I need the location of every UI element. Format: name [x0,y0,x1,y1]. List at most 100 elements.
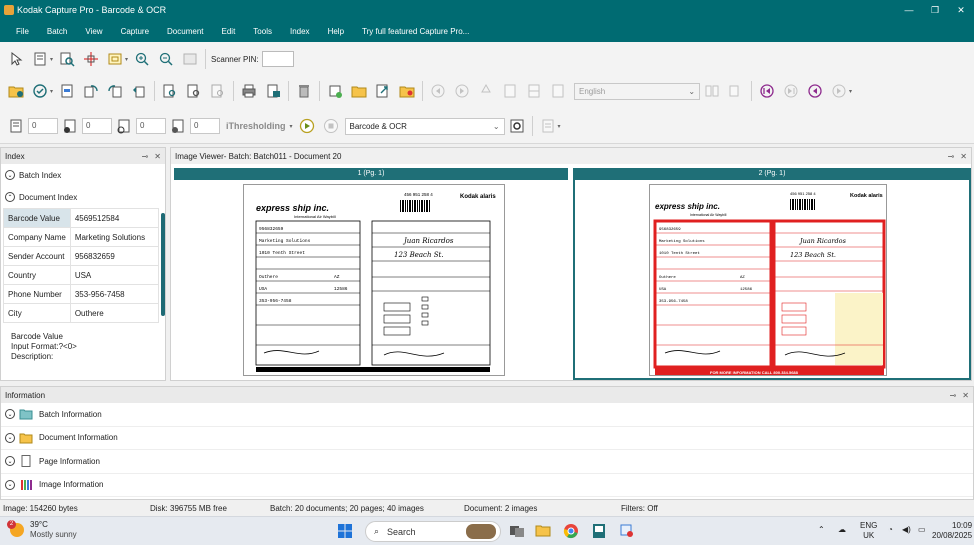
settings-icon[interactable] [507,116,527,136]
windows-start-icon[interactable] [336,522,354,540]
chevron-down-icon[interactable]: ⌄ [5,479,15,490]
close-icon[interactable]: ✕ [154,152,161,161]
ithresholding-label[interactable]: iThresholding [226,121,286,131]
field-value[interactable]: 353-956-7458 [69,284,160,304]
move-page-icon[interactable] [373,81,393,101]
image-1-bw[interactable]: express ship inc. International Air Wayb… [243,184,505,376]
crosshair-icon[interactable] [81,49,101,69]
rotate-right-icon[interactable] [81,81,101,101]
compare-icon[interactable] [702,81,722,101]
document-index-section[interactable]: ⌃ Document Index [1,186,165,208]
network-icon[interactable]: ☁ [838,525,846,535]
check-circle-icon[interactable] [30,81,50,101]
chevron-down-icon[interactable]: ⌄ [5,409,15,420]
split-page-icon[interactable] [500,81,520,101]
minimize-button[interactable]: — [896,0,922,20]
pin-icon[interactable]: ⊸ [948,152,955,161]
menu-batch[interactable]: Batch [38,20,76,42]
table-row[interactable]: Barcode Value 4569512584 [3,208,160,228]
field-value[interactable]: Marketing Solutions [69,227,160,247]
menu-capture[interactable]: Capture [112,20,158,42]
menu-tools[interactable]: Tools [244,20,281,42]
undo-page-icon[interactable] [129,81,149,101]
chevron-up-icon[interactable]: ⌃ [5,192,15,202]
capture-pro-taskbar-icon[interactable] [590,522,608,540]
speaker-icon[interactable]: ◀) [902,525,911,535]
language-select[interactable]: English ⌄ [574,82,701,100]
thumbnail-icon[interactable] [180,49,200,69]
batch-index-section[interactable]: ⌄ Batch Index [1,164,165,186]
page-information-row[interactable]: ⌄ Page Information [1,450,973,474]
image-information-row[interactable]: ⌄ Image Information [1,474,973,497]
recycle-icon[interactable] [476,81,496,101]
last-page-icon[interactable] [781,81,801,101]
batch-counter-field[interactable]: 0 [28,118,58,134]
chevron-down-icon[interactable]: ⌄ [5,170,15,180]
first-page-icon[interactable] [757,81,777,101]
menu-edit[interactable]: Edit [213,20,245,42]
table-row[interactable]: Country USA [3,265,160,285]
menu-file[interactable]: File [0,20,38,42]
find-page-icon[interactable] [184,81,204,101]
zoom-in-icon[interactable] [132,49,152,69]
battery-icon[interactable]: ▭ [918,525,926,535]
copy-page-icon[interactable] [726,81,746,101]
stop-icon[interactable] [321,116,341,136]
image-2-color[interactable]: express ship inc. International Air Wayb… [649,184,887,376]
close-button[interactable]: ✕ [948,0,974,20]
pointer-icon[interactable] [6,49,26,69]
field-value[interactable]: 4569512584 [69,208,160,228]
insert-folder-icon[interactable] [349,81,369,101]
find-next-icon[interactable] [208,81,228,101]
previous-circle-icon[interactable] [428,81,448,101]
scanner-pin-field[interactable] [261,51,294,67]
menu-index[interactable]: Index [281,20,319,42]
chevron-up-icon[interactable]: ⌃ [818,525,825,535]
field-value[interactable]: USA [69,265,160,285]
image-counter-field[interactable]: 0 [190,118,220,134]
table-row[interactable]: Sender Account 956832659 [3,246,160,266]
close-icon[interactable]: ✕ [962,391,969,400]
menu-document[interactable]: Document [158,20,212,42]
close-icon[interactable]: ✕ [960,152,967,161]
document-counter-field[interactable]: 0 [82,118,112,134]
job-setup-select[interactable]: Barcode & OCR ⌄ [344,117,505,135]
fit-page-icon[interactable] [105,49,125,69]
pin-icon[interactable]: ⊸ [142,152,149,161]
snipping-tool-icon[interactable] [618,522,636,540]
batch-information-row[interactable]: ⌄ Batch Information [1,403,973,427]
page-counter-field[interactable]: 0 [136,118,166,134]
clock[interactable]: 10:09 20/08/2025 [932,521,972,541]
chevron-down-icon[interactable]: ⌄ [5,456,15,467]
menu-help[interactable]: Help [319,20,353,42]
next-circle-icon[interactable] [452,81,472,101]
field-value[interactable]: Outhere [69,303,160,323]
pin-icon[interactable]: ⊸ [950,391,957,400]
table-row[interactable]: Company Name Marketing Solutions [3,227,160,247]
next-page-icon[interactable] [829,81,849,101]
insert-page-icon[interactable] [548,81,568,101]
maximize-button[interactable]: ❐ [922,0,948,20]
language-indicator[interactable]: ENG UK [860,521,877,541]
file-explorer-icon[interactable] [534,522,552,540]
merge-page-icon[interactable] [524,81,544,101]
delete-icon[interactable] [294,81,314,101]
previous-page-icon[interactable] [805,81,825,101]
magnifier-page-icon[interactable] [57,49,77,69]
print-icon[interactable] [239,81,259,101]
table-row[interactable]: City Outhere [3,303,160,323]
chrome-icon[interactable] [562,522,580,540]
rotate-left-icon[interactable] [105,81,125,101]
menu-try-full[interactable]: Try full featured Capture Pro... [353,20,478,42]
zoom-out-icon[interactable] [156,49,176,69]
document-information-row[interactable]: ⌄ Document Information [1,427,973,450]
index-scrollbar[interactable] [161,213,165,316]
taskbar-search[interactable]: ⌕ Search [365,521,501,542]
search-page-icon[interactable] [160,81,180,101]
play-icon[interactable] [297,116,317,136]
menu-view[interactable]: View [76,20,111,42]
page-icon[interactable] [30,49,50,69]
wifi-icon[interactable]: ◔ [888,525,893,535]
weather-widget[interactable]: 2 39°C Mostly sunny [7,519,77,539]
add-page-icon[interactable] [325,81,345,101]
